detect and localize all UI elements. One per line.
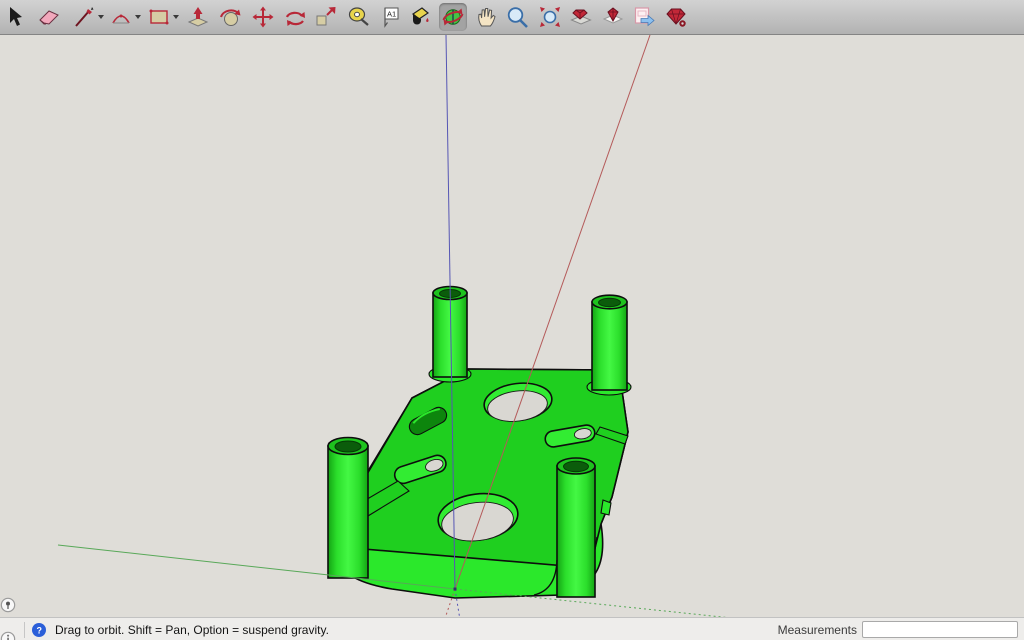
line-button[interactable] — [70, 3, 98, 31]
move-button[interactable] — [249, 3, 277, 31]
model-post[interactable] — [327, 436, 369, 579]
orbit-button[interactable] — [439, 3, 467, 31]
model-info-icon[interactable] — [0, 631, 16, 640]
move-icon — [252, 6, 274, 28]
line-icon — [75, 7, 94, 27]
top-toolbar: A1 — [0, 0, 1024, 35]
text-icon: A1 — [384, 7, 399, 28]
scale-icon — [316, 7, 336, 26]
model-canvas[interactable] — [0, 35, 1024, 617]
statusbar-divider — [24, 621, 25, 638]
extension-warehouse-button[interactable] — [662, 3, 690, 31]
zoom-extents-button[interactable] — [536, 3, 564, 31]
3d-viewport[interactable] — [0, 35, 1024, 617]
select-button[interactable] — [0, 3, 28, 31]
paint-bucket-button[interactable] — [406, 3, 434, 31]
status-bar: ? Drag to orbit. Shift = Pan, Option = s… — [0, 597, 1024, 640]
rectangle-button[interactable] — [145, 3, 173, 31]
orbit-icon — [442, 8, 464, 26]
get-models-button[interactable] — [567, 3, 595, 31]
help-icon[interactable]: ? — [31, 622, 47, 638]
rotate-button[interactable] — [281, 3, 309, 31]
push-pull-button[interactable] — [184, 3, 212, 31]
eraser-button[interactable] — [35, 3, 63, 31]
axes-origin — [453, 587, 457, 591]
share-model-icon — [602, 7, 624, 24]
geolocation-icon[interactable] — [0, 597, 16, 613]
rectangle-icon — [149, 9, 169, 25]
send-to-layout-icon — [634, 7, 655, 27]
pan-button[interactable] — [472, 3, 500, 31]
arc-button[interactable] — [107, 3, 135, 31]
share-model-button[interactable] — [599, 3, 627, 31]
zoom-button[interactable] — [503, 3, 531, 31]
measurements-input[interactable] — [862, 621, 1018, 638]
geolocation-icon — [0, 597, 16, 612]
scale-button[interactable] — [312, 3, 340, 31]
measurements-label: Measurements — [777, 622, 857, 637]
push-pull-icon — [187, 7, 209, 27]
sketchup-window: A1 A1A — [0, 0, 1024, 640]
rectangle-dropdown-caret[interactable] — [173, 15, 179, 19]
model-info-icon — [0, 631, 16, 640]
zoom-icon — [507, 7, 528, 28]
model-post[interactable] — [591, 294, 628, 391]
help-icon: ? — [32, 622, 46, 637]
eraser-icon — [39, 10, 59, 25]
select-icon — [10, 7, 22, 26]
paint-bucket-icon — [411, 7, 430, 25]
extension-warehouse-icon — [666, 8, 686, 27]
text-button[interactable]: A1 — [377, 3, 405, 31]
green-bracket-model[interactable] — [327, 285, 632, 599]
zoom-extents-icon — [540, 7, 560, 27]
two-point-arc-icon — [112, 14, 130, 24]
rotate-icon — [285, 11, 305, 26]
follow-me-button[interactable] — [216, 3, 244, 31]
get-models-icon — [570, 9, 592, 25]
tape-measure-button[interactable] — [345, 3, 373, 31]
tape-measure-icon — [348, 7, 369, 26]
line-dropdown-caret[interactable] — [98, 15, 104, 19]
send-to-layout-button[interactable] — [630, 3, 658, 31]
pan-icon — [478, 8, 496, 27]
status-message: Drag to orbit. Shift = Pan, Option = sus… — [55, 622, 329, 637]
follow-me-icon — [220, 9, 241, 26]
arc-dropdown-caret[interactable] — [135, 15, 141, 19]
svg-text:?: ? — [37, 625, 43, 635]
svg-text:A1: A1 — [387, 10, 396, 19]
edge-tab[interactable] — [600, 499, 612, 516]
